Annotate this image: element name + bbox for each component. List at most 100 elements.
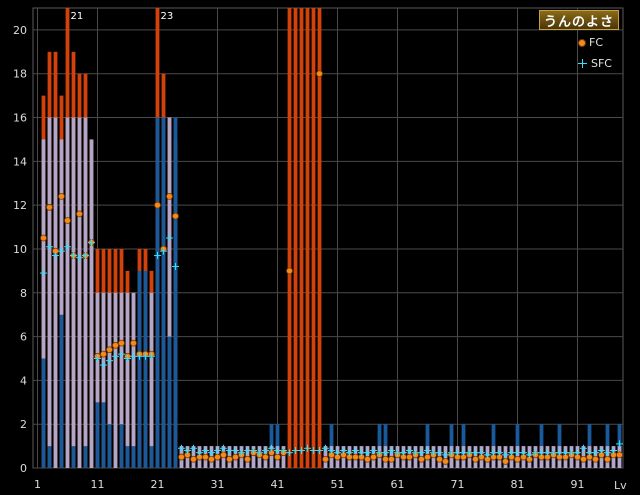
y-tick-label: 0 <box>20 462 27 475</box>
point-fc <box>64 217 71 224</box>
bar-sfc <box>173 117 178 469</box>
x-tick-label: 91 <box>571 478 585 491</box>
chart-title-badge: うんのよさ <box>539 10 619 30</box>
point-fc <box>442 458 449 465</box>
point-fc <box>202 453 209 461</box>
point-fc <box>208 455 215 463</box>
bar-sfc <box>155 117 160 469</box>
bar-sfc <box>167 336 172 468</box>
point-fc <box>592 455 599 463</box>
bar-sfc <box>71 446 76 468</box>
bar-sfc <box>41 358 46 468</box>
bar-overlap <box>53 117 58 469</box>
bar-fc <box>299 8 304 468</box>
bar-overlap <box>125 292 130 447</box>
point-fc <box>118 339 125 347</box>
point-fc <box>580 455 587 463</box>
bar-overlap <box>77 117 82 469</box>
point-fc <box>106 346 113 354</box>
x-tick-label: 71 <box>451 478 465 491</box>
x-axis-label: Lv <box>614 479 627 492</box>
point-fc <box>100 350 107 358</box>
y-tick-label: 6 <box>20 331 27 344</box>
bar-sfc <box>143 270 148 468</box>
clipped-label: 23 <box>161 11 174 22</box>
bar-overlap <box>131 292 136 447</box>
x-tick-label: 31 <box>211 478 225 491</box>
point-fc <box>436 455 443 463</box>
bar-sfc <box>95 402 100 468</box>
bar-overlap <box>113 292 118 468</box>
point-fc <box>406 453 413 461</box>
bar-overlap <box>119 292 124 425</box>
bar-sfc <box>119 424 124 468</box>
point-fc <box>46 203 53 211</box>
bar-overlap <box>59 139 64 315</box>
bar-sfc <box>137 270 142 468</box>
bar-overlap <box>83 117 88 447</box>
y-tick-label: 2 <box>20 418 27 431</box>
point-fc <box>274 453 281 461</box>
point-fc <box>352 453 359 461</box>
bar-overlap <box>65 117 70 469</box>
bar-sfc <box>47 446 52 468</box>
point-fc <box>604 455 611 463</box>
point-fc <box>232 453 239 461</box>
point-fc <box>76 210 83 218</box>
chart-title: うんのよさ <box>543 14 614 30</box>
point-fc <box>220 451 227 459</box>
bar-sfc <box>161 117 166 469</box>
bar-overlap <box>47 117 52 447</box>
bar-fc <box>293 8 298 468</box>
y-tick-label: 4 <box>20 374 27 387</box>
bar-overlap <box>149 292 154 447</box>
point-fc <box>178 453 185 461</box>
point-fc <box>370 453 377 461</box>
bar-sfc <box>83 446 88 468</box>
point-fc <box>424 453 431 461</box>
clipped-label: 21 <box>71 11 84 22</box>
sfc-plus-icon <box>578 58 588 69</box>
bar-overlap <box>95 292 100 403</box>
x-tick-label: 11 <box>91 478 105 491</box>
point-fc <box>514 455 521 463</box>
y-tick-label: 8 <box>20 287 27 300</box>
point-fc <box>112 341 119 349</box>
y-tick-label: 14 <box>13 155 27 168</box>
x-tick-label: 81 <box>511 478 525 491</box>
bar-overlap <box>101 292 106 403</box>
x-tick-label: 61 <box>391 478 405 491</box>
point-fc <box>172 212 179 220</box>
point-fc <box>130 339 137 347</box>
point-fc <box>226 455 233 463</box>
point-fc <box>286 267 293 275</box>
bar-sfc <box>149 446 154 468</box>
x-tick-label: 51 <box>331 478 345 491</box>
legend-item-fc: FC <box>578 36 603 49</box>
point-fc <box>262 453 269 461</box>
legend-label-fc: FC <box>589 36 604 49</box>
bar-fc <box>311 8 316 468</box>
y-tick-label: 20 <box>13 24 27 37</box>
point-fc <box>166 192 173 200</box>
legend-label-sfc: SFC <box>591 57 612 70</box>
y-tick-label: 12 <box>13 199 27 212</box>
point-fc <box>322 455 329 463</box>
bar-sfc <box>131 446 136 468</box>
luck-stat-chart: 02468101214161820 1 11 21 31 41 51 61 71 81 91 21… <box>13 7 627 492</box>
y-tick-label: 18 <box>13 68 27 81</box>
bar-fc <box>287 8 292 468</box>
point-fc <box>190 455 197 463</box>
x-tick-labels: 1 11 21 31 41 51 61 71 81 91 <box>34 478 585 491</box>
bar-sfc <box>107 424 112 468</box>
legend-item-sfc: SFC <box>578 57 612 70</box>
point-fc <box>616 451 623 459</box>
x-tick-label: 21 <box>151 478 165 491</box>
point-fc <box>364 455 371 463</box>
point-fc <box>382 455 389 463</box>
point-fc <box>502 458 509 465</box>
point-fc <box>244 455 251 463</box>
bar-fc <box>305 8 310 468</box>
bar-overlap <box>41 139 46 359</box>
point-fc <box>58 192 65 200</box>
